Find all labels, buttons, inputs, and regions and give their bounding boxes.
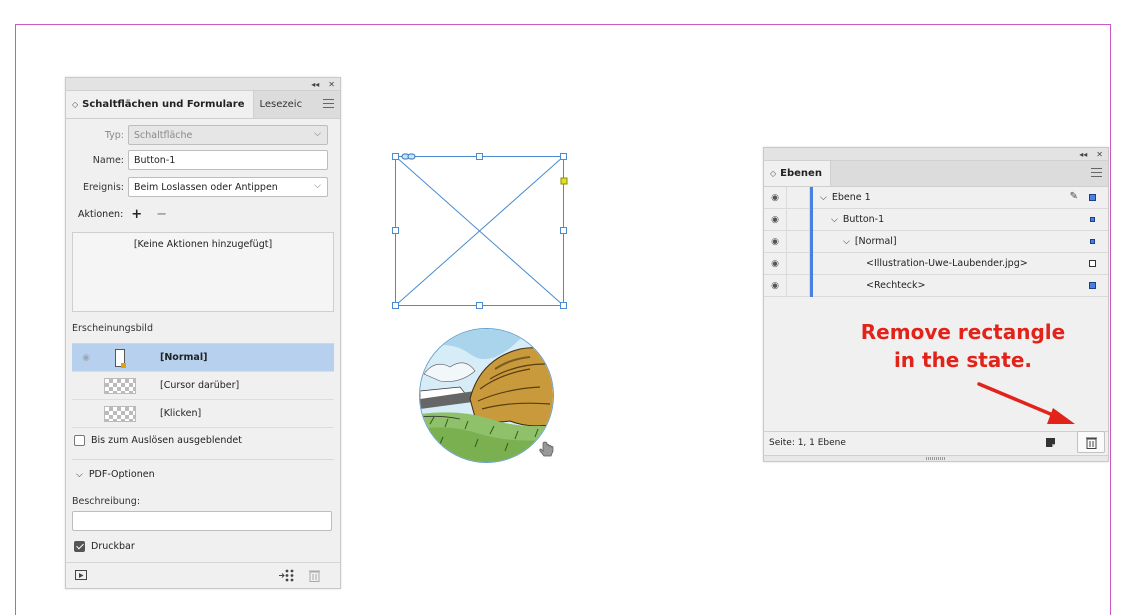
- state-row-rollover[interactable]: [Cursor darüber]: [72, 372, 334, 400]
- hidden-until-row[interactable]: Bis zum Auslösen ausgeblendet: [74, 435, 242, 446]
- corner-option-handle[interactable]: [560, 177, 568, 185]
- appearance-label: Erscheinungsbild: [72, 323, 153, 334]
- hidden-until-checkbox[interactable]: [74, 435, 85, 446]
- state-thumbnail: [104, 377, 136, 394]
- circular-illustration[interactable]: [419, 328, 554, 463]
- chevron-down-icon[interactable]: ⌵: [831, 215, 838, 225]
- printable-checkbox[interactable]: [74, 541, 85, 552]
- preview-icon[interactable]: [75, 570, 87, 581]
- chevron-down-icon[interactable]: ⌵: [820, 193, 827, 203]
- tab-buttons-and-forms[interactable]: ◇ Schaltflächen und Formulare: [66, 91, 254, 118]
- layers-footer: Seite: 1, 1 Ebene: [764, 431, 1108, 453]
- eye-icon[interactable]: ◉: [764, 237, 786, 247]
- eye-icon[interactable]: ◉: [764, 259, 786, 269]
- trash-icon: [1086, 437, 1097, 449]
- trash-icon[interactable]: [309, 569, 320, 582]
- new-layer-icon[interactable]: [1045, 437, 1056, 448]
- hand-cursor-icon: [539, 441, 554, 457]
- lock-toggle[interactable]: [786, 252, 810, 275]
- selection-marker[interactable]: [1090, 217, 1095, 222]
- layers-panel-tabs: ◇ Ebenen: [764, 161, 1108, 187]
- state-row-normal[interactable]: ◉ [Normal]: [72, 344, 334, 372]
- type-row: Typ: Schaltfläche ⌵: [66, 125, 328, 145]
- appearance-states-list: ◉ [Normal] [Cursor darüber] [Klicken]: [72, 343, 334, 429]
- rectangle-frame[interactable]: [390, 150, 570, 310]
- layers-list: ◉ ⌵ Ebene 1 ✎ ◉ ⌵ Button-1 ◉ ⌵ [Normal] …: [764, 186, 1108, 297]
- close-icon[interactable]: ✕: [1096, 148, 1103, 161]
- panel-topbar: ◂◂ ✕: [764, 148, 1108, 161]
- chevron-down-icon: ⌵: [314, 181, 321, 191]
- layer-row[interactable]: ◉ ⌵ [Normal]: [764, 230, 1108, 253]
- actions-row: Aktionen: + −: [78, 207, 167, 222]
- tab-layers[interactable]: ◇ Ebenen: [764, 161, 831, 186]
- add-action-icon[interactable]: +: [131, 207, 142, 222]
- eye-icon[interactable]: ◉: [764, 281, 786, 291]
- layer-row[interactable]: ◉ <Illustration-Uwe-Laubender.jpg>: [764, 252, 1108, 275]
- link-icon: [401, 153, 416, 160]
- name-row: Name: Button-1: [66, 150, 328, 170]
- illustration-image: [420, 329, 553, 462]
- remove-action-icon[interactable]: −: [156, 207, 167, 222]
- pen-icon: ✎: [1069, 191, 1078, 202]
- convert-to-button-icon[interactable]: [278, 569, 294, 582]
- type-select[interactable]: Schaltfläche ⌵: [128, 125, 328, 145]
- state-thumbnail: [104, 405, 136, 422]
- state-row-click[interactable]: [Klicken]: [72, 400, 334, 428]
- layer-row[interactable]: ◉ <Rechteck>: [764, 274, 1108, 297]
- event-row: Ereignis: Beim Loslassen oder Antippen ⌵: [66, 177, 328, 197]
- lock-toggle[interactable]: [786, 274, 810, 297]
- description-label: Beschreibung:: [72, 496, 141, 507]
- annotation-callout: Remove rectangle in the state.: [860, 320, 1066, 372]
- printable-row[interactable]: Druckbar: [74, 541, 135, 552]
- lock-toggle[interactable]: [786, 208, 810, 231]
- delete-layer-button[interactable]: [1077, 431, 1105, 453]
- panel-topbar: ◂◂ ✕: [66, 78, 340, 91]
- name-field[interactable]: Button-1: [128, 150, 328, 170]
- actions-label: Aktionen:: [78, 209, 124, 220]
- event-select[interactable]: Beim Loslassen oder Antippen ⌵: [128, 177, 328, 197]
- eye-icon[interactable]: ◉: [764, 193, 786, 203]
- actions-list[interactable]: [Keine Aktionen hinzugefügt]: [72, 232, 334, 312]
- panel-tabs: ◇ Schaltflächen und Formulare Lesezeic: [66, 91, 340, 119]
- description-field[interactable]: [72, 511, 332, 531]
- panel-menu-icon[interactable]: [1091, 168, 1102, 177]
- selection-marker[interactable]: [1089, 260, 1096, 267]
- collapse-icon[interactable]: ◂◂: [1079, 148, 1087, 161]
- chevron-down-icon: ⌵: [76, 469, 83, 480]
- resize-grip[interactable]: [764, 455, 1108, 461]
- pdf-options-toggle[interactable]: ⌵ PDF-Optionen: [76, 469, 155, 480]
- close-icon[interactable]: ✕: [328, 78, 335, 91]
- selection-marker[interactable]: [1089, 282, 1096, 289]
- layers-status: Seite: 1, 1 Ebene: [769, 437, 846, 448]
- annotation-arrow: [977, 382, 1075, 424]
- selection-marker[interactable]: [1090, 239, 1095, 244]
- eye-icon[interactable]: ◉: [72, 353, 100, 363]
- chevron-down-icon[interactable]: ⌵: [843, 237, 850, 247]
- selection-marker[interactable]: [1089, 194, 1096, 201]
- lock-toggle[interactable]: [786, 186, 810, 209]
- updown-icon: ◇: [72, 100, 79, 109]
- updown-icon: ◇: [770, 169, 777, 178]
- tab-bookmarks[interactable]: Lesezeic: [254, 91, 311, 118]
- event-label: Ereignis:: [82, 181, 124, 193]
- collapse-icon[interactable]: ◂◂: [311, 78, 319, 91]
- state-thumbnail: [115, 348, 126, 368]
- lock-toggle[interactable]: [786, 230, 810, 253]
- eye-icon[interactable]: ◉: [764, 215, 786, 225]
- panel-footer: [66, 562, 340, 588]
- layer-row[interactable]: ◉ ⌵ Ebene 1 ✎: [764, 186, 1108, 209]
- buttons-and-forms-panel: ◂◂ ✕ ◇ Schaltflächen und Formulare Lesez…: [65, 77, 341, 589]
- panel-menu-icon[interactable]: [323, 99, 334, 108]
- layer-row[interactable]: ◉ ⌵ Button-1: [764, 208, 1108, 231]
- type-label: Typ:: [104, 129, 124, 141]
- chevron-down-icon: ⌵: [314, 129, 321, 139]
- name-label: Name:: [92, 154, 124, 166]
